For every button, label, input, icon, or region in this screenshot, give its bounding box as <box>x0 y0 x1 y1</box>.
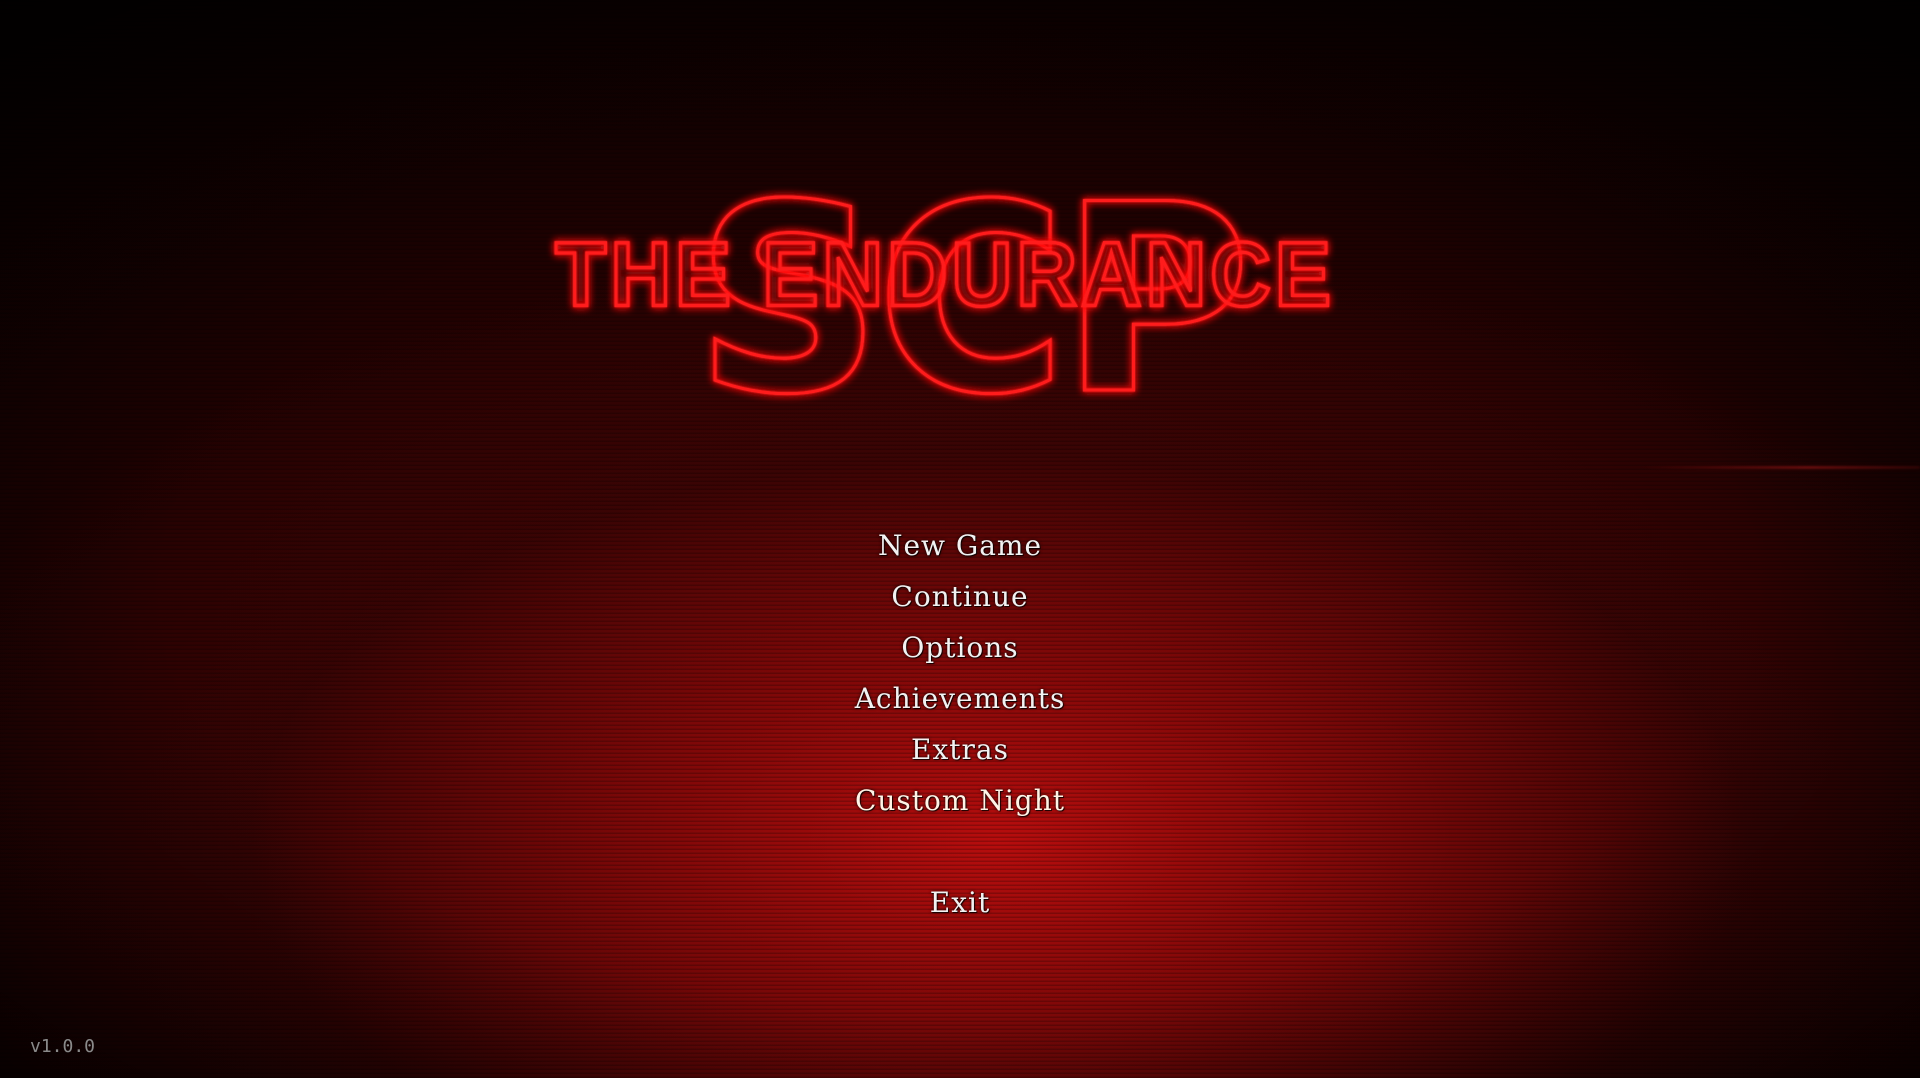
menu-extras[interactable]: Extras <box>760 724 1160 775</box>
game-logo: SCP THE ENDURANCE <box>554 149 1333 454</box>
logo-subtitle: THE ENDURANCE <box>555 223 1335 325</box>
main-menu: New Game Continue Options Achievements E… <box>760 520 1160 928</box>
menu-achievements[interactable]: Achievements <box>760 673 1160 724</box>
menu-options[interactable]: Options <box>760 622 1160 673</box>
light-streak <box>1640 466 1920 469</box>
menu-item-label: Continue <box>891 580 1029 613</box>
menu-item-label: Extras <box>911 733 1009 766</box>
menu-item-label: Exit <box>929 886 991 919</box>
menu-exit[interactable]: Exit <box>760 877 1160 928</box>
main-menu-screen: SCP THE ENDURANCE New Game Continue Opti… <box>0 0 1920 1078</box>
version-label: v1.0.0 <box>30 1036 96 1057</box>
game-logo-svg: SCP THE ENDURANCE <box>554 149 1333 454</box>
menu-item-label: Custom Night <box>854 784 1066 817</box>
menu-continue[interactable]: Continue <box>760 571 1160 622</box>
menu-new-game[interactable]: New Game <box>760 520 1160 571</box>
menu-item-label: New Game <box>877 529 1043 562</box>
menu-item-label: Options <box>901 631 1019 664</box>
menu-item-label: Achievements <box>854 682 1066 715</box>
menu-custom-night[interactable]: Custom Night <box>760 775 1160 826</box>
